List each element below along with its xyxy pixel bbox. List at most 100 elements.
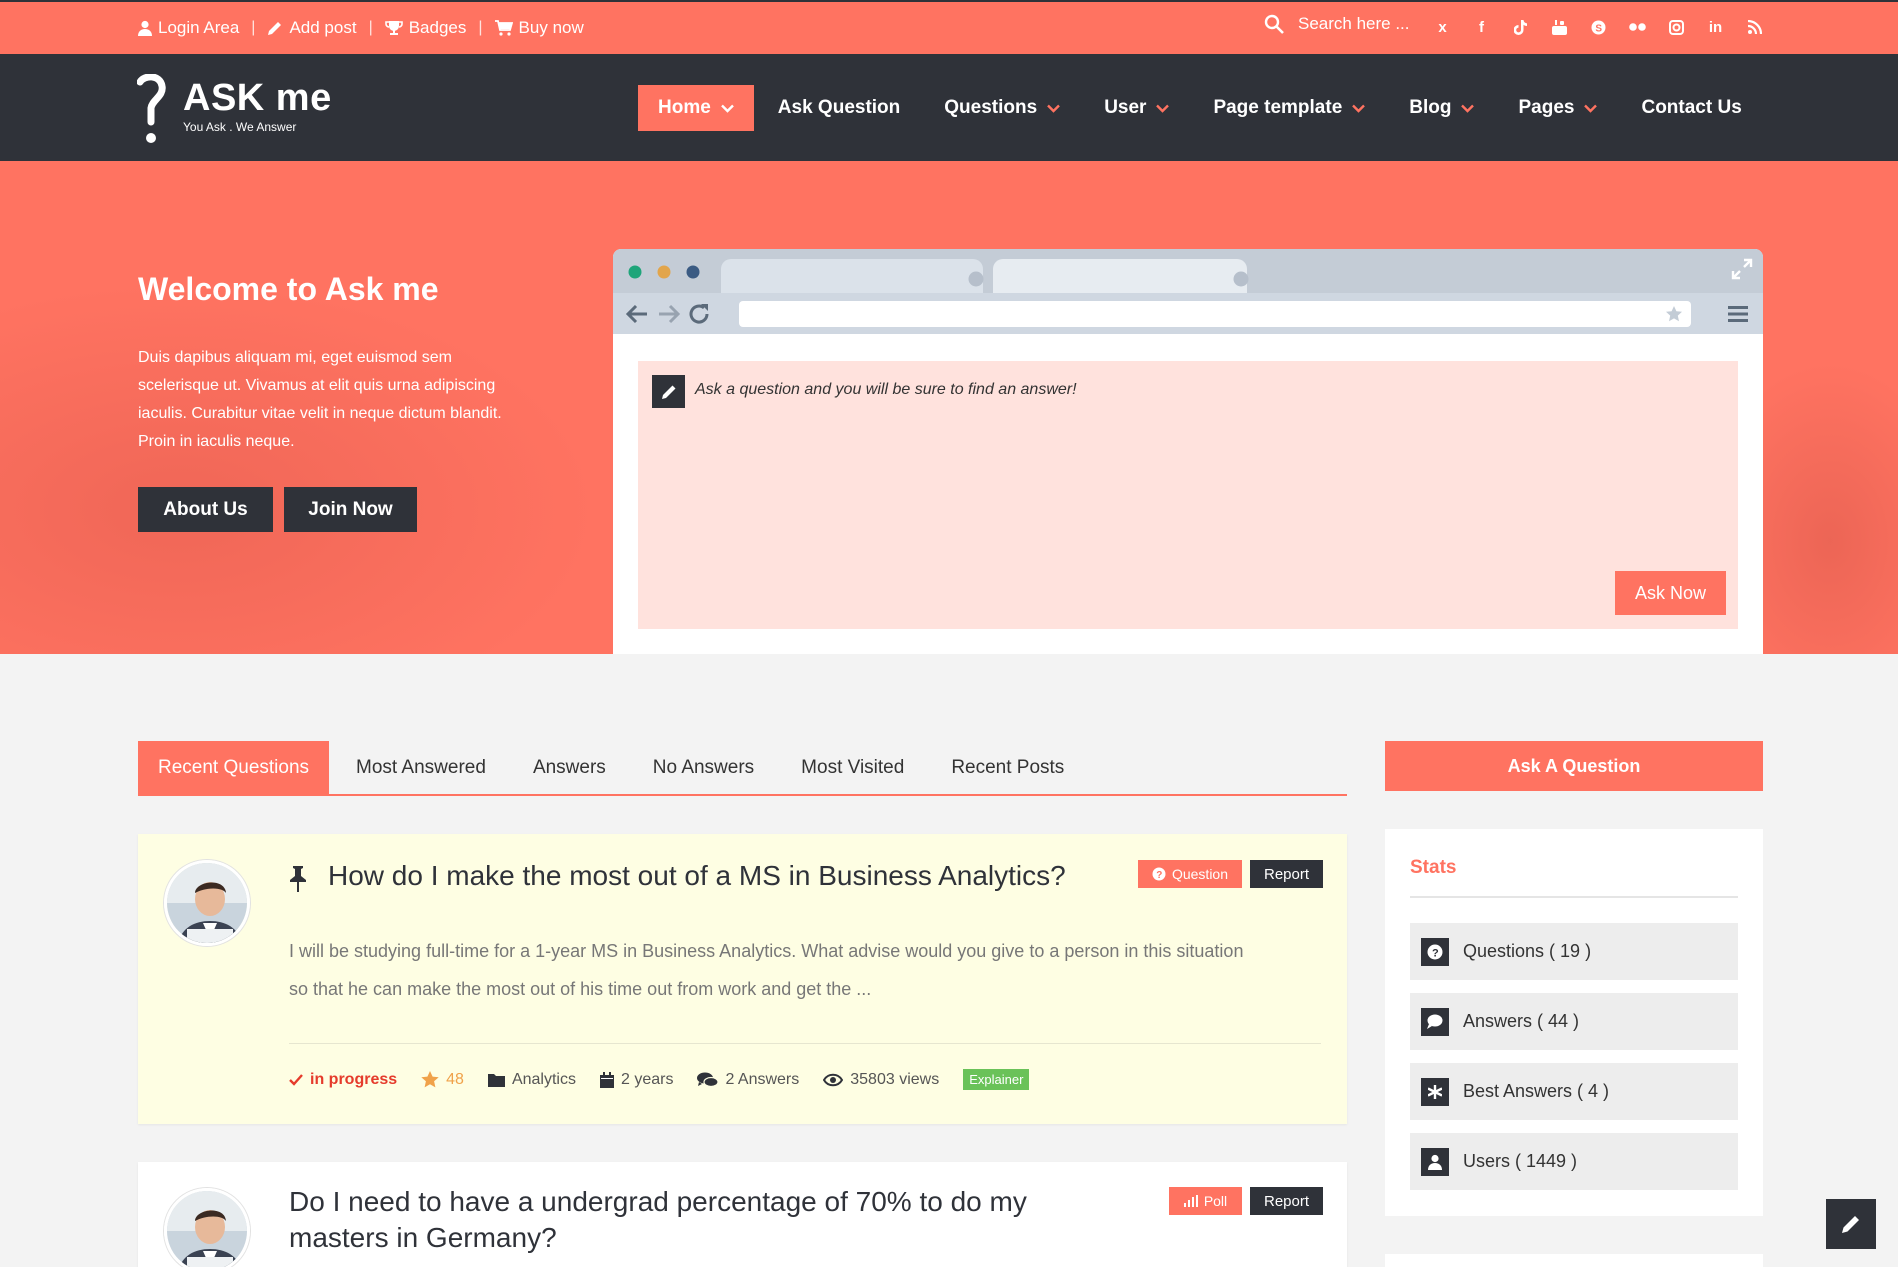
bar-chart-icon	[1183, 1195, 1198, 1207]
hero-title: Welcome to Ask me	[138, 271, 439, 307]
stats-title: Stats	[1410, 857, 1457, 878]
ask-a-question-button[interactable]: Ask A Question	[1385, 741, 1763, 791]
floating-edit-button[interactable]	[1826, 1199, 1876, 1249]
category-link[interactable]: Analytics	[487, 1071, 576, 1089]
tiktok-icon[interactable]	[1510, 16, 1531, 38]
hero-background	[0, 281, 600, 654]
badges-link[interactable]: Badges	[384, 18, 467, 38]
chevron-down-icon	[1352, 104, 1366, 113]
divider	[1410, 896, 1738, 898]
svg-text:S: S	[1595, 23, 1602, 34]
logo-text: ASK me You Ask . We Answer	[183, 78, 332, 134]
question-type-badge[interactable]: ? Question	[1138, 860, 1242, 888]
nav-item-questions[interactable]: Questions	[924, 85, 1080, 131]
answers-link[interactable]: 2 Answers	[697, 1071, 799, 1089]
tab-recent-questions[interactable]: Recent Questions	[138, 741, 330, 794]
status-badge: in progress	[289, 1071, 397, 1089]
stat-users[interactable]: Users ( 1449 )	[1410, 1133, 1738, 1190]
tab-most-visited[interactable]: Most Visited	[781, 741, 924, 794]
browser-tabstrip	[613, 249, 1763, 293]
comment-icon	[1421, 1007, 1449, 1036]
age-info: 2 years	[599, 1071, 673, 1089]
tab-dot-icon	[968, 271, 984, 287]
tab-answers[interactable]: Answers	[513, 741, 626, 794]
ask-question-area[interactable]: Ask a question and you will be sure to f…	[638, 361, 1738, 629]
avatar[interactable]	[164, 1188, 250, 1267]
pin-icon	[290, 866, 306, 892]
top-links: Login Area | Add post | Badges | Buy now	[138, 2, 584, 54]
join-now-button[interactable]: Join Now	[284, 487, 417, 532]
reload-icon	[689, 304, 709, 324]
question-excerpt: I will be studying full-time for a 1-yea…	[289, 941, 1244, 999]
login-area-link[interactable]: Login Area	[138, 18, 239, 38]
add-post-label: Add post	[289, 18, 357, 37]
question-title[interactable]: Do I need to have a undergrad percentage…	[289, 1184, 1089, 1256]
back-arrow-icon	[625, 304, 647, 324]
logo-tagline: You Ask . We Answer	[183, 120, 297, 134]
ask-placeholder: Ask a question and you will be sure to f…	[695, 381, 1077, 398]
star-icon	[421, 1071, 439, 1088]
nav-item-user[interactable]: User	[1084, 85, 1189, 131]
youtube-icon[interactable]	[1549, 16, 1570, 38]
rss-icon[interactable]	[1744, 16, 1765, 38]
stats-widget: Stats ? Questions ( 19 ) Answers ( 44 ) …	[1385, 829, 1763, 1216]
address-bar	[739, 301, 1691, 327]
pencil-icon	[652, 375, 685, 408]
search-icon	[1264, 14, 1284, 34]
nav-item-label: Questions	[944, 97, 1038, 118]
tab-most-answered[interactable]: Most Answered	[336, 741, 506, 794]
separator: |	[368, 19, 373, 36]
question-mark-logo-icon	[137, 74, 166, 143]
question-card: How do I make the most out of a MS in Bu…	[138, 834, 1347, 1124]
stat-questions[interactable]: ? Questions ( 19 )	[1410, 923, 1738, 980]
about-us-button[interactable]: About Us	[138, 487, 273, 532]
browser-tab	[993, 259, 1247, 293]
search-box[interactable]: Search here ...	[1264, 14, 1410, 34]
nav-item-home[interactable]: Home	[638, 85, 754, 131]
search-placeholder: Search here ...	[1298, 14, 1410, 33]
expand-icon	[1731, 258, 1753, 280]
nav-item-label: Ask Question	[777, 97, 901, 118]
site-logo[interactable]: ASK me You Ask . We Answer	[137, 74, 332, 146]
nav-item-label: Contact Us	[1641, 97, 1742, 118]
flickr-icon[interactable]	[1627, 16, 1648, 38]
hero-description: Duis dapibus aliquam mi, eget euismod se…	[138, 349, 502, 450]
badges-label: Badges	[408, 18, 467, 37]
nav-item-blog[interactable]: Blog	[1389, 85, 1494, 131]
tab-recent-posts[interactable]: Recent Posts	[931, 741, 1084, 794]
folder-icon	[487, 1073, 505, 1087]
report-button[interactable]: Report	[1250, 860, 1323, 888]
question-title[interactable]: How do I make the most out of a MS in Bu…	[328, 858, 1128, 894]
tab-no-answers[interactable]: No Answers	[633, 741, 774, 794]
x-icon[interactable]: x	[1432, 16, 1453, 38]
stat-answers[interactable]: Answers ( 44 )	[1410, 993, 1738, 1050]
poll-badge[interactable]: Poll	[1169, 1187, 1242, 1215]
nav-item-pages[interactable]: Pages	[1498, 85, 1617, 131]
report-button[interactable]: Report	[1250, 1187, 1323, 1215]
pencil-icon	[268, 22, 282, 35]
facebook-icon[interactable]: f	[1471, 16, 1492, 38]
explainer-tag[interactable]: Explainer	[963, 1069, 1030, 1090]
sidebar-widget	[1385, 1254, 1763, 1267]
question-meta: in progress 48 Analytics 2 years 2 Answe…	[289, 1069, 1030, 1090]
skype-icon[interactable]: S	[1588, 16, 1609, 38]
nav-item-ask-question[interactable]: Ask Question	[758, 85, 920, 131]
add-post-link[interactable]: Add post	[267, 18, 357, 38]
check-icon	[289, 1073, 303, 1086]
nav-item-contact-us[interactable]: Contact Us	[1621, 85, 1761, 131]
views-info: 35803 views	[823, 1071, 939, 1089]
avatar[interactable]	[164, 860, 250, 946]
linkedin-icon[interactable]: in	[1705, 16, 1726, 38]
nav-item-label: Pages	[1518, 97, 1575, 118]
tab-dot-icon	[1233, 271, 1249, 287]
poll-label: Poll	[1203, 1193, 1228, 1209]
stat-best-answers[interactable]: Best Answers ( 4 )	[1410, 1063, 1738, 1120]
instagram-icon[interactable]	[1666, 16, 1687, 38]
buy-now-link[interactable]: Buy now	[494, 18, 584, 38]
nav-item-page-template[interactable]: Page template	[1193, 85, 1385, 131]
ask-now-button[interactable]: Ask Now	[1615, 571, 1726, 615]
stat-label: Questions ( 19 )	[1463, 941, 1592, 961]
chevron-down-icon	[720, 104, 734, 113]
nav-item-label: User	[1104, 97, 1147, 118]
chevron-down-icon	[1461, 104, 1475, 113]
